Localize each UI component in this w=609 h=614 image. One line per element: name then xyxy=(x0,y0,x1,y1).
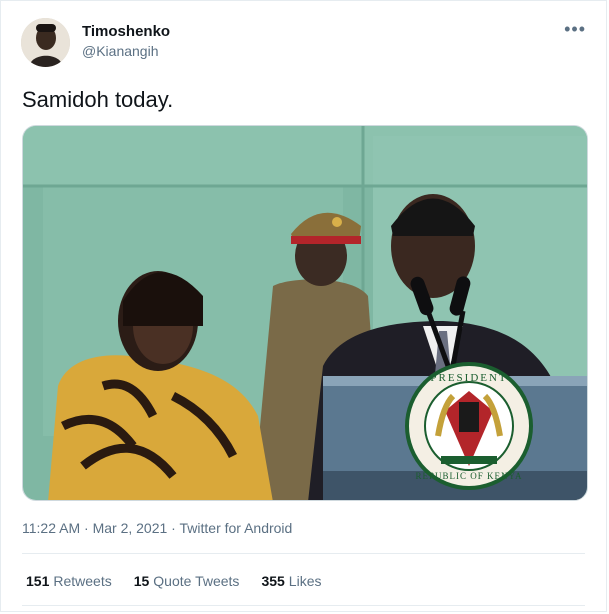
author-name[interactable]: Timoshenko xyxy=(82,23,170,40)
tweet-meta: 11:22 AM · Mar 2, 2021 · Twitter for And… xyxy=(22,520,292,536)
likes-count: 355 xyxy=(261,573,285,589)
meta-separator: · xyxy=(167,520,180,536)
author-handle[interactable]: @Kianangih xyxy=(82,43,159,59)
likes-stat[interactable]: 355 Likes xyxy=(261,573,321,589)
tweet-text: Samidoh today. xyxy=(22,87,174,112)
meta-separator: · xyxy=(80,520,93,536)
tweet-photo[interactable]: PRESIDENT REPUBLIC OF KENYA xyxy=(22,125,588,501)
avatar[interactable] xyxy=(21,18,70,67)
quote-tweets-count: 15 xyxy=(133,573,150,589)
seal-top-text: PRESIDENT xyxy=(430,372,507,384)
retweets-count: 151 xyxy=(26,573,50,589)
divider xyxy=(22,553,585,554)
seal-bottom-text: REPUBLIC OF KENYA xyxy=(415,471,522,481)
more-horizontal-icon[interactable]: ••• xyxy=(564,19,586,40)
quote-tweets-label: Quote Tweets xyxy=(153,573,240,589)
tweet-stats: 151 Retweets 15 Quote Tweets 355 Likes xyxy=(26,573,321,589)
tweet-date[interactable]: Mar 2, 2021 xyxy=(93,520,168,536)
tweet-source[interactable]: Twitter for Android xyxy=(180,520,293,536)
tweet-time[interactable]: 11:22 AM xyxy=(22,520,80,536)
tweet-card: Timoshenko @Kianangih ••• Samidoh today. xyxy=(0,0,607,612)
retweets-label: Retweets xyxy=(53,573,112,589)
quote-tweets-stat[interactable]: 15 Quote Tweets xyxy=(134,573,240,589)
retweets-stat[interactable]: 151 Retweets xyxy=(26,573,112,589)
divider xyxy=(22,605,585,606)
likes-label: Likes xyxy=(288,573,322,589)
